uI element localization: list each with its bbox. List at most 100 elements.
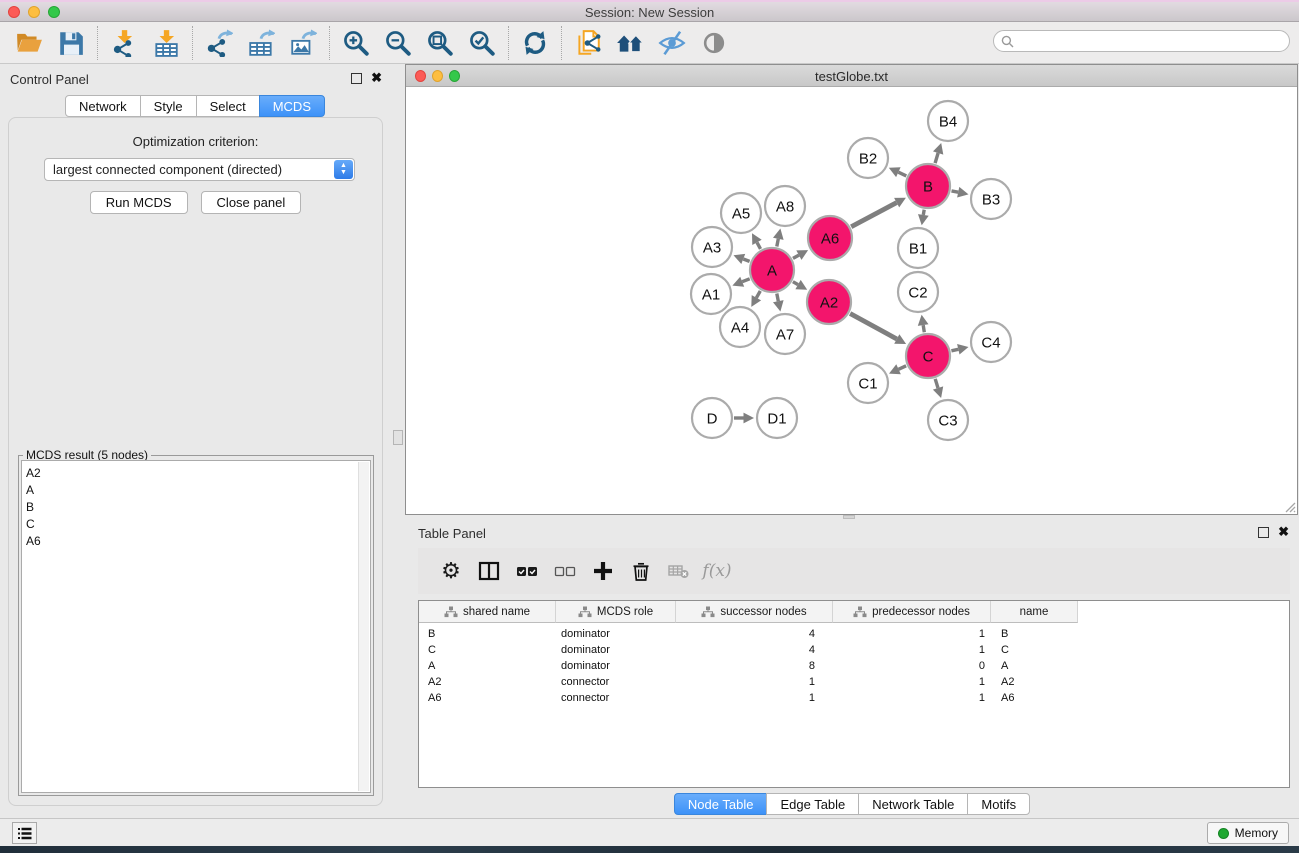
float-panel-icon[interactable]: [351, 73, 362, 84]
zoom-selected-button[interactable]: [461, 25, 503, 61]
result-list-item[interactable]: A2: [22, 464, 370, 481]
graph-edge-A-A2[interactable]: [793, 282, 798, 285]
tab-select[interactable]: Select: [196, 95, 260, 117]
graph-node-A2[interactable]: A2: [807, 280, 851, 324]
export-table-button[interactable]: [240, 25, 282, 61]
vertical-splitter-handle[interactable]: [393, 430, 403, 445]
graph-node-C4[interactable]: C4: [971, 322, 1011, 362]
graph-node-C3[interactable]: C3: [928, 400, 968, 440]
graph-edge-B-B2[interactable]: [898, 172, 906, 176]
export-network-button[interactable]: [198, 25, 240, 61]
delete-table-button[interactable]: [660, 552, 698, 590]
network-canvas[interactable]: A A1 A2 A3 A4 A5 A6 A7 A8 B B1 B2 B3B4 C C1 C2 C3C4 D D1: [406, 87, 1297, 514]
graph-edge-A-A6[interactable]: [793, 255, 799, 258]
search-input[interactable]: [1014, 34, 1289, 48]
graph-node-A5[interactable]: A5: [721, 193, 761, 233]
graph-edge-A-A4[interactable]: [756, 291, 760, 298]
graph-node-D1[interactable]: D1: [757, 398, 797, 438]
graph-edge-A-A5[interactable]: [757, 242, 761, 249]
column-header-successor-nodes[interactable]: successor nodes: [676, 601, 833, 623]
graph-node-D[interactable]: D: [692, 398, 732, 438]
graph-node-A7[interactable]: A7: [765, 314, 805, 354]
function-builder-button[interactable]: f(x): [698, 552, 736, 590]
table-row[interactable]: A2connector11A2: [419, 674, 1289, 690]
graph-node-B[interactable]: B: [906, 164, 950, 208]
graph-node-B1[interactable]: B1: [898, 228, 938, 268]
horizontal-splitter-handle[interactable]: [843, 515, 855, 519]
result-list-item[interactable]: A: [22, 481, 370, 498]
save-session-button[interactable]: [50, 25, 92, 61]
graph-node-C1[interactable]: C1: [848, 363, 888, 403]
open-session-button[interactable]: [8, 25, 50, 61]
column-header-MCDS-role[interactable]: MCDS role: [556, 601, 676, 623]
create-column-button[interactable]: [584, 552, 622, 590]
run-mcds-button[interactable]: Run MCDS: [90, 191, 188, 214]
result-list-item[interactable]: C: [22, 515, 370, 532]
graph-node-B4[interactable]: B4: [928, 101, 968, 141]
graph-node-A6[interactable]: A6: [808, 216, 852, 260]
show-columns-button[interactable]: [470, 552, 508, 590]
task-history-button[interactable]: [12, 822, 37, 844]
graph-node-A3[interactable]: A3: [692, 227, 732, 267]
clone-network-button[interactable]: [567, 25, 609, 61]
graph-edge-B-B1[interactable]: [923, 210, 924, 215]
column-header-name[interactable]: name: [991, 601, 1078, 623]
graph-node-B2[interactable]: B2: [848, 138, 888, 178]
graph-edge-A-A7[interactable]: [777, 294, 779, 302]
resize-grip-icon[interactable]: [1283, 500, 1296, 513]
column-header-predecessor-nodes[interactable]: predecessor nodes: [833, 601, 991, 623]
zoom-fit-button[interactable]: [419, 25, 461, 61]
table-settings-button[interactable]: ⚙: [432, 552, 470, 590]
graph-edge-A6-B[interactable]: [851, 203, 896, 227]
deselect-all-rows-button[interactable]: [546, 552, 584, 590]
graph-node-A8[interactable]: A8: [765, 186, 805, 226]
graph-edge-A-A1[interactable]: [742, 279, 750, 282]
graph-node-C2[interactable]: C2: [898, 272, 938, 312]
graph-edge-A-A8[interactable]: [777, 239, 779, 247]
table-row[interactable]: Cdominator41C: [419, 642, 1289, 658]
table-row[interactable]: Adominator80A: [419, 658, 1289, 674]
graph-edge-C-C4[interactable]: [951, 349, 958, 351]
tab-style[interactable]: Style: [140, 95, 197, 117]
graph-node-C[interactable]: C: [906, 334, 950, 378]
table-row[interactable]: A6connector11A6: [419, 690, 1289, 706]
select-all-rows-button[interactable]: [508, 552, 546, 590]
float-table-panel-icon[interactable]: [1258, 527, 1269, 538]
graph-edge-C-C1[interactable]: [899, 366, 907, 370]
graph-edge-C-C2[interactable]: [923, 325, 924, 332]
tab-mcds[interactable]: MCDS: [259, 95, 325, 117]
graph-edge-B-B4[interactable]: [935, 153, 938, 163]
zoom-in-button[interactable]: [335, 25, 377, 61]
refresh-layout-button[interactable]: [514, 25, 556, 61]
tab-network-table[interactable]: Network Table: [858, 793, 968, 815]
graph-edge-A2-C[interactable]: [850, 314, 897, 340]
memory-button[interactable]: Memory: [1207, 822, 1289, 844]
close-panel-button[interactable]: Close panel: [201, 191, 302, 214]
graph-edge-B-B3[interactable]: [952, 191, 959, 192]
export-image-button[interactable]: [282, 25, 324, 61]
graph-node-A1[interactable]: A1: [691, 274, 731, 314]
optimization-criterion-dropdown[interactable]: largest connected component (directed) ▲…: [44, 158, 355, 181]
close-table-panel-icon[interactable]: ✖: [1278, 524, 1289, 540]
column-header-shared-name[interactable]: shared name: [419, 601, 556, 623]
delete-column-button[interactable]: [622, 552, 660, 590]
result-list-scrollbar[interactable]: [358, 462, 369, 791]
tab-node-table[interactable]: Node Table: [674, 793, 768, 815]
graph-node-A[interactable]: A: [750, 248, 794, 292]
result-list-item[interactable]: A6: [22, 532, 370, 549]
graph-node-B3[interactable]: B3: [971, 179, 1011, 219]
tab-network[interactable]: Network: [65, 95, 141, 117]
graph-edge-A-A3[interactable]: [743, 259, 749, 261]
graph-edge-C-C3[interactable]: [935, 379, 938, 388]
tab-edge-table[interactable]: Edge Table: [766, 793, 859, 815]
home-view-button[interactable]: [609, 25, 651, 61]
import-table-button[interactable]: [145, 25, 187, 61]
table-row[interactable]: Bdominator41B: [419, 626, 1289, 642]
search-box[interactable]: [993, 30, 1290, 52]
hide-graphics-details-button[interactable]: [651, 25, 693, 61]
zoom-out-button[interactable]: [377, 25, 419, 61]
show-graphics-details-button[interactable]: [693, 25, 735, 61]
result-list-item[interactable]: B: [22, 498, 370, 515]
graph-node-A4[interactable]: A4: [720, 307, 760, 347]
import-network-button[interactable]: [103, 25, 145, 61]
